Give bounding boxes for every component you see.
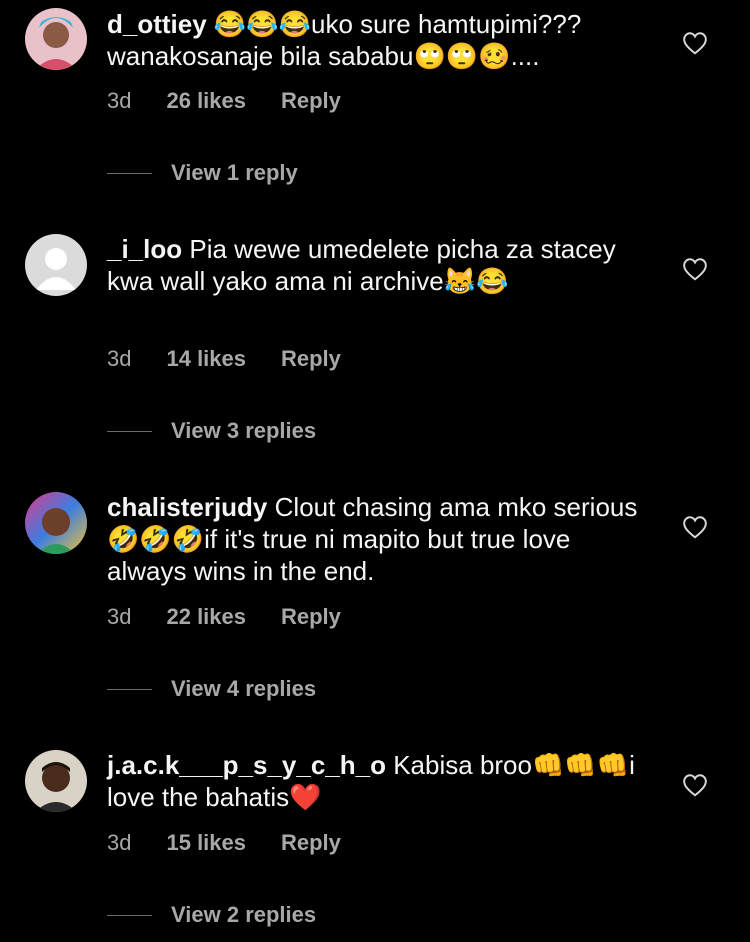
- divider: [107, 172, 152, 174]
- comment-meta: 3d 22 likes Reply: [107, 604, 341, 630]
- comment-time: 3d: [107, 830, 132, 855]
- comment-username[interactable]: d_ottiey: [107, 9, 207, 39]
- view-replies-button[interactable]: View 2 replies: [107, 902, 316, 928]
- comment-meta: 3d 15 likes Reply: [107, 830, 341, 856]
- avatar[interactable]: [25, 8, 87, 70]
- view-replies-button[interactable]: View 1 reply: [107, 160, 298, 186]
- comment-text: d_ottiey 😂😂😂uko sure hamtupimi??? wanako…: [107, 8, 642, 72]
- view-replies-label: View 2 replies: [171, 902, 317, 927]
- heart-outline-icon[interactable]: [682, 515, 708, 539]
- reply-button[interactable]: Reply: [281, 346, 341, 372]
- avatar[interactable]: [25, 750, 87, 812]
- reply-button[interactable]: Reply: [281, 830, 341, 856]
- comment-username[interactable]: chalisterjudy: [107, 492, 267, 522]
- view-replies-label: View 1 reply: [171, 160, 298, 185]
- view-replies-button[interactable]: View 3 replies: [107, 418, 316, 444]
- comment-username[interactable]: j.a.c.k___p_s_y_c_h_o: [107, 750, 386, 780]
- comment-time: 3d: [107, 88, 132, 113]
- comment-meta: 3d 26 likes Reply: [107, 88, 341, 114]
- heart-outline-icon[interactable]: [682, 31, 708, 55]
- comment-username[interactable]: _i_loo: [107, 234, 182, 264]
- comment-time: 3d: [107, 604, 132, 629]
- view-replies-label: View 3 replies: [171, 418, 317, 443]
- comment-likes[interactable]: 22 likes: [166, 604, 246, 630]
- reply-button[interactable]: Reply: [281, 88, 341, 114]
- comment-text: chalisterjudy Clout chasing ama mko seri…: [107, 491, 642, 587]
- divider: [107, 430, 152, 432]
- divider: [107, 688, 152, 690]
- view-replies-button[interactable]: View 4 replies: [107, 676, 316, 702]
- reply-button[interactable]: Reply: [281, 604, 341, 630]
- comment-text: j.a.c.k___p_s_y_c_h_o Kabisa broo👊👊👊i lo…: [107, 749, 642, 813]
- heart-outline-icon[interactable]: [682, 773, 708, 797]
- comment-time: 3d: [107, 346, 132, 371]
- avatar[interactable]: [25, 234, 87, 296]
- comment-likes[interactable]: 14 likes: [166, 346, 246, 372]
- comment-meta: 3d 14 likes Reply: [107, 346, 341, 372]
- avatar[interactable]: [25, 492, 87, 554]
- comment-body: Pia wewe umedelete picha za stacey kwa w…: [107, 234, 616, 296]
- comment-likes[interactable]: 15 likes: [166, 830, 246, 856]
- divider: [107, 914, 152, 916]
- comment-likes[interactable]: 26 likes: [166, 88, 246, 114]
- comment-text: _i_loo Pia wewe umedelete picha za stace…: [107, 233, 642, 297]
- view-replies-label: View 4 replies: [171, 676, 317, 701]
- heart-outline-icon[interactable]: [682, 257, 708, 281]
